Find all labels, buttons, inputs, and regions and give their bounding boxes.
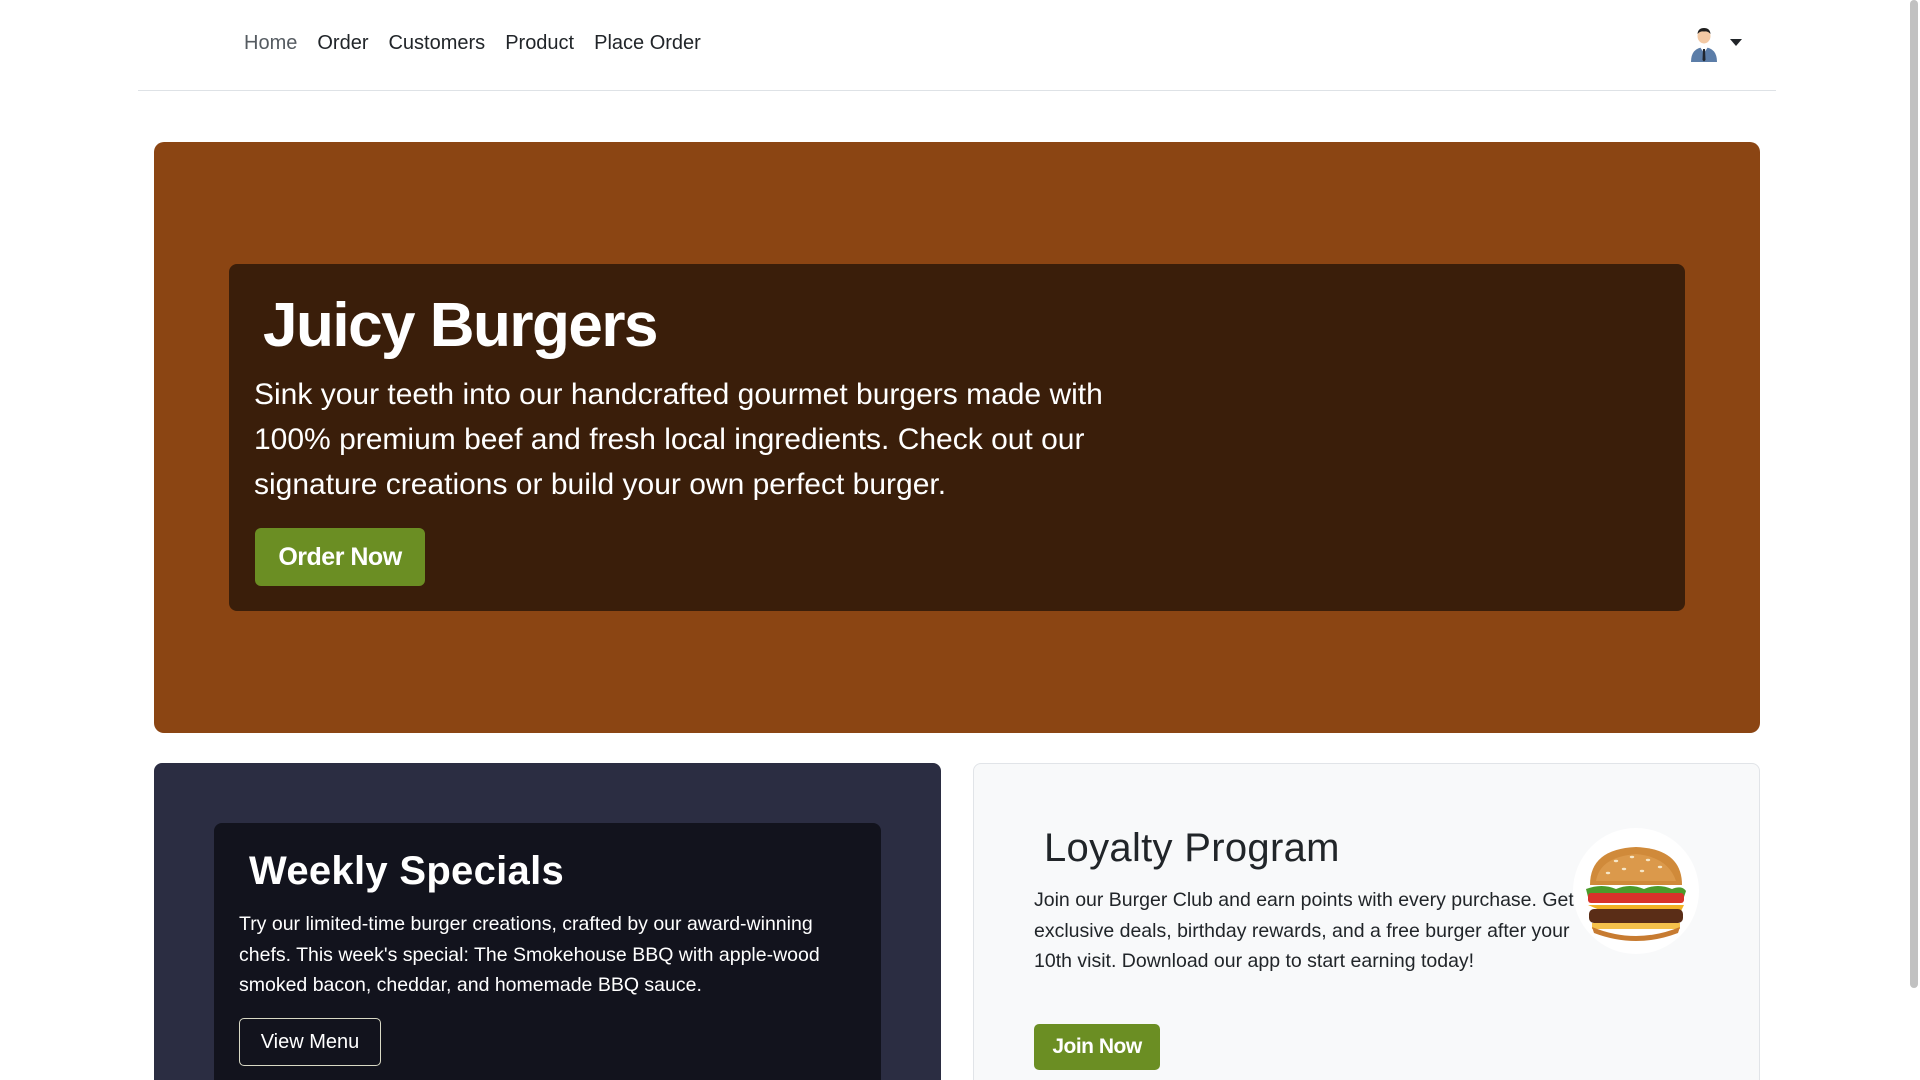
loyalty-program-title: Loyalty Program xyxy=(1044,826,1340,870)
page-scrollbar[interactable] xyxy=(1908,0,1920,1080)
view-menu-button[interactable]: View Menu xyxy=(239,1018,381,1066)
hero-banner: Juicy Burgers Sink your teeth into our h… xyxy=(154,142,1760,733)
scrollbar-thumb[interactable] xyxy=(1910,0,1918,988)
weekly-specials-section: Weekly Specials Try our limited-time bur… xyxy=(154,763,941,1080)
nav-link-product[interactable]: Product xyxy=(495,30,584,57)
weekly-specials-card: Weekly Specials Try our limited-time bur… xyxy=(214,823,881,1080)
user-menu-toggle[interactable] xyxy=(1688,26,1742,62)
join-now-button[interactable]: Join Now xyxy=(1034,1024,1160,1070)
nav-link-order[interactable]: Order xyxy=(307,30,378,57)
user-avatar-icon xyxy=(1691,28,1717,62)
caret-down-icon xyxy=(1730,38,1742,46)
nav-link-customers[interactable]: Customers xyxy=(378,30,495,57)
app-root: Home Order Customers Product Place Order… xyxy=(0,0,1920,1080)
hero-title: Juicy Burgers xyxy=(263,291,659,360)
top-navbar: Home Order Customers Product Place Order xyxy=(138,0,1776,91)
loyalty-program-card: Loyalty Program Join our Burger Club and… xyxy=(973,763,1760,1080)
loyalty-program-description: Join our Burger Club and earn points wit… xyxy=(1034,889,1574,972)
nav-link-home[interactable]: Home xyxy=(244,30,307,57)
nav-links: Home Order Customers Product Place Order xyxy=(244,30,711,57)
nav-link-place-order[interactable]: Place Order xyxy=(584,30,711,57)
weekly-specials-description: Try our limited-time burger creations, c… xyxy=(239,913,820,996)
weekly-specials-title: Weekly Specials xyxy=(249,849,565,893)
hero-card: Juicy Burgers Sink your teeth into our h… xyxy=(229,264,1685,611)
order-now-button[interactable]: Order Now xyxy=(255,528,425,586)
hero-description: Sink your teeth into our handcrafted gou… xyxy=(254,378,1103,501)
burger-image xyxy=(1573,828,1699,954)
